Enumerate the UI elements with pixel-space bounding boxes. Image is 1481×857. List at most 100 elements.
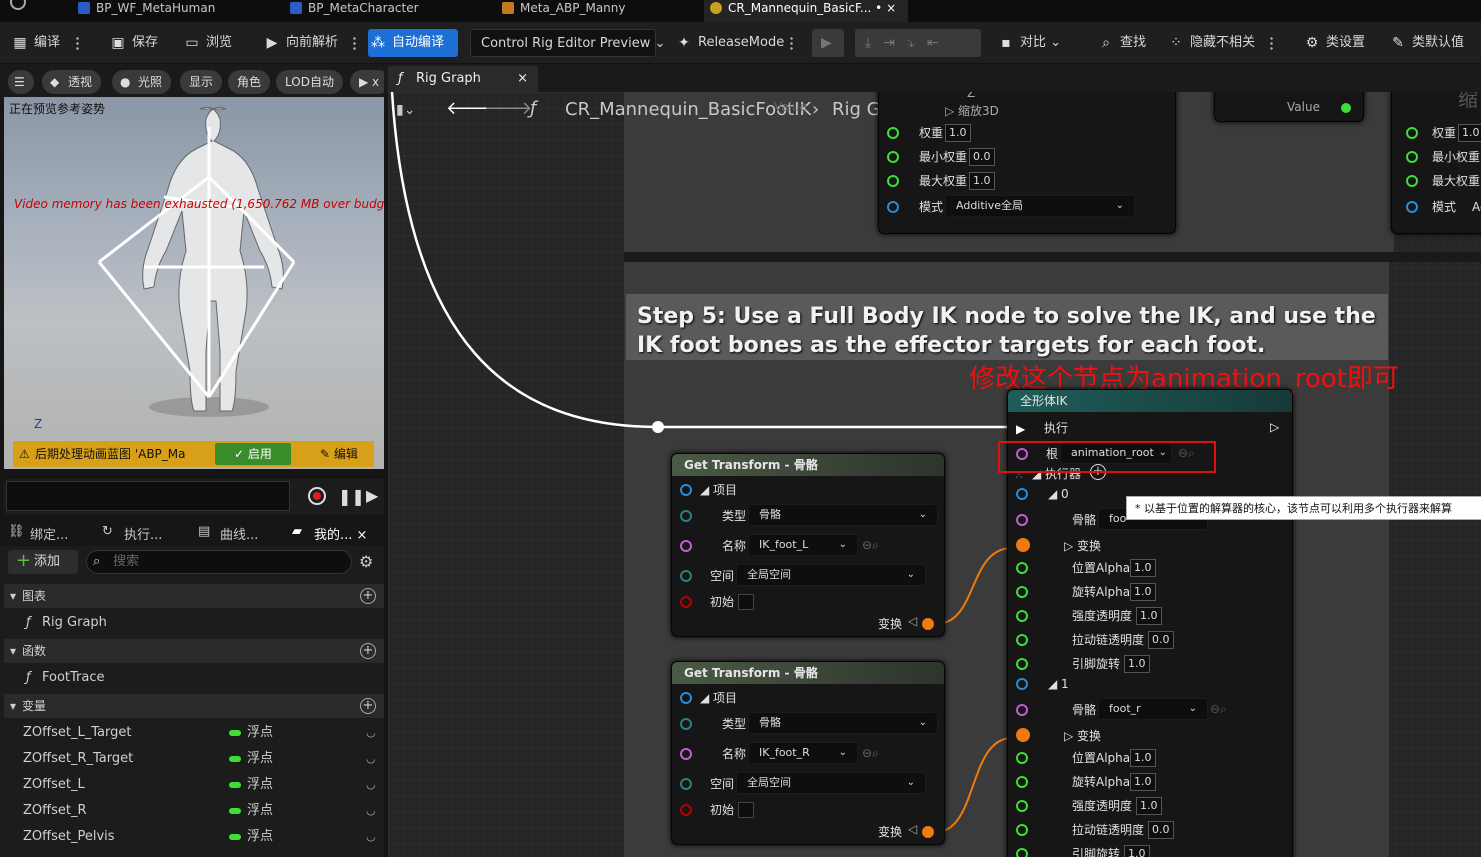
- pin-rotation-input[interactable]: 1.0: [1124, 845, 1150, 857]
- preview-dropdown[interactable]: Control Rig Editor Preview ⌄: [470, 29, 665, 57]
- variable-row[interactable]: ZOffset_R_Target 浮点 ◡: [0, 746, 384, 772]
- lod-button[interactable]: LOD自动: [276, 70, 343, 94]
- tab-cr-mannequin[interactable]: CR_Mannequin_BasicF... • ×: [704, 0, 908, 22]
- tab-meta-abp-manny[interactable]: Meta_ABP_Manny: [496, 0, 696, 22]
- edit-button[interactable]: ✎ 编辑: [309, 443, 369, 465]
- eye-icon[interactable]: ◡: [366, 824, 376, 850]
- graph-canvas[interactable]: ▮⌄ 🡐 🡒 ƒ CR_Mannequin_BasicFootIK › Rig …: [388, 92, 1481, 857]
- pull-chain-input[interactable]: 0.0: [1148, 631, 1174, 649]
- tab-unreal-logo[interactable]: [0, 0, 52, 22]
- variable-row[interactable]: ZOffset_R 浮点 ◡: [0, 798, 384, 824]
- tab-curves[interactable]: ▤ 曲线...: [198, 524, 258, 543]
- tab-bindings[interactable]: ⛓ 绑定...: [8, 524, 68, 543]
- perspective-button[interactable]: ◆ 透视: [42, 70, 102, 94]
- release-options-icon[interactable]: [790, 36, 793, 50]
- pin-icon[interactable]: [1016, 658, 1028, 670]
- save-button[interactable]: ▣ 保存: [108, 29, 158, 57]
- class-defaults-button[interactable]: ✎ 类默认值: [1388, 29, 1464, 57]
- pin-icon[interactable]: [680, 804, 692, 816]
- browse-button[interactable]: ▭ 浏览: [182, 29, 232, 57]
- pin-icon[interactable]: [680, 570, 692, 582]
- pin-icon[interactable]: [1016, 488, 1028, 500]
- step-controls[interactable]: ⤓⇥⤵⇤: [855, 29, 981, 57]
- settings-gear-icon[interactable]: ⚙: [359, 552, 373, 571]
- position-alpha-input[interactable]: 1.0: [1130, 559, 1156, 577]
- node-get-transform-left[interactable]: Get Transform - 骨骼 ◢ 项目 类型 骨骼 ⌄ 名称 IK_foo…: [671, 453, 945, 637]
- hide-unrelated-button[interactable]: ⁘ 隐藏不相关: [1166, 29, 1255, 57]
- class-settings-button[interactable]: ⚙ 类设置: [1302, 29, 1365, 57]
- viewport-menu-button[interactable]: ☰: [8, 70, 34, 94]
- timeline-scrubber[interactable]: [6, 481, 290, 511]
- pin-icon[interactable]: [1016, 634, 1028, 646]
- add-variable-icon[interactable]: +: [360, 698, 376, 714]
- transform-pin-icon[interactable]: [922, 618, 934, 630]
- play-forward-icon[interactable]: ▶: [366, 486, 378, 505]
- bone-name-dropdown[interactable]: IK_foot_R ⌄: [748, 742, 858, 764]
- close-icon[interactable]: ×: [357, 528, 368, 543]
- type-dropdown[interactable]: 骨骼 ⌄: [748, 712, 938, 734]
- transform-pin-icon[interactable]: [1016, 728, 1030, 742]
- character-button[interactable]: 角色: [228, 70, 271, 94]
- pin-rotation-input[interactable]: 1.0: [1124, 655, 1150, 673]
- eye-icon[interactable]: ◡: [366, 798, 376, 824]
- pin-icon[interactable]: [1016, 678, 1028, 690]
- bone-name-dropdown[interactable]: IK_foot_L ⌄: [748, 534, 858, 556]
- search-input[interactable]: ⌕ 搜索: [86, 550, 352, 574]
- tab-bp-metacharacter[interactable]: BP_MetaCharacter: [284, 0, 484, 22]
- section-graphs[interactable]: ▾ 图表 +: [4, 584, 384, 608]
- browse-icon[interactable]: ⊖⌕: [1210, 702, 1227, 717]
- section-functions[interactable]: ▾ 函数 +: [4, 639, 384, 663]
- initial-checkbox[interactable]: [738, 802, 754, 818]
- pause-icon[interactable]: ❚❚: [338, 487, 365, 506]
- pull-chain-input[interactable]: 0.0: [1148, 821, 1174, 839]
- solve-options-icon[interactable]: [353, 36, 356, 50]
- transform-pin-icon[interactable]: [1016, 538, 1030, 552]
- function-item-foottrace[interactable]: ƒ FootTrace: [0, 665, 384, 691]
- strength-input[interactable]: 1.0: [1136, 797, 1162, 815]
- bone-dropdown[interactable]: foot_r ⌄: [1098, 698, 1208, 720]
- preview-viewport[interactable]: 正在预览参考姿势 Video memory has been exhausted…: [4, 97, 384, 469]
- add-function-icon[interactable]: +: [360, 643, 376, 659]
- more-options-icon[interactable]: [1270, 36, 1273, 50]
- pin-icon[interactable]: [680, 778, 692, 790]
- rotation-alpha-input[interactable]: 1.0: [1130, 583, 1156, 601]
- pin-icon[interactable]: [680, 596, 692, 608]
- pin-icon[interactable]: [680, 484, 692, 496]
- tab-rig-graph[interactable]: ƒ Rig Graph ×: [388, 66, 538, 92]
- compile-button[interactable]: ▦ 编译: [10, 29, 60, 57]
- pin-icon[interactable]: [1016, 704, 1028, 716]
- strength-input[interactable]: 1.0: [1136, 607, 1162, 625]
- pin-icon[interactable]: [680, 748, 692, 760]
- pin-icon[interactable]: [1016, 752, 1028, 764]
- pin-icon[interactable]: [1016, 824, 1028, 836]
- show-button[interactable]: 显示: [180, 70, 223, 94]
- add-button[interactable]: + 添加: [8, 550, 78, 574]
- pin-icon[interactable]: [1016, 848, 1028, 857]
- add-graph-icon[interactable]: +: [360, 588, 376, 604]
- node-get-transform-right[interactable]: Get Transform - 骨骼 ◢ 项目 类型 骨骼 ⌄ 名称 IK_foo…: [671, 661, 945, 845]
- release-mode-button[interactable]: ✦ ReleaseMode: [674, 29, 784, 57]
- eye-icon[interactable]: ◡: [366, 772, 376, 798]
- forward-solve-button[interactable]: ▶ 向前解析: [262, 29, 338, 57]
- rotation-alpha-input[interactable]: 1.0: [1130, 773, 1156, 791]
- pin-icon[interactable]: [1016, 514, 1028, 526]
- browse-icon[interactable]: ⊖⌕: [862, 538, 879, 553]
- pin-icon[interactable]: [1016, 610, 1028, 622]
- tab-execution[interactable]: ↻ 执行...: [102, 524, 162, 543]
- transform-row[interactable]: ▷ 变换: [1064, 536, 1101, 556]
- variable-row[interactable]: ZOffset_L 浮点 ◡: [0, 772, 384, 798]
- pin-icon[interactable]: [1016, 800, 1028, 812]
- graph-item-rig-graph[interactable]: ƒ Rig Graph: [0, 610, 384, 636]
- space-dropdown[interactable]: 全局空间 ⌄: [736, 772, 926, 794]
- space-dropdown[interactable]: 全局空间 ⌄: [736, 564, 926, 586]
- close-icon[interactable]: ×: [517, 66, 528, 92]
- compare-button[interactable]: ▪ 对比 ⌄: [996, 29, 1061, 57]
- browse-icon[interactable]: ⊖⌕: [862, 746, 879, 761]
- variable-row[interactable]: ZOffset_L_Target 浮点 ◡: [0, 720, 384, 746]
- lighting-button[interactable]: ● 光照: [112, 70, 172, 94]
- type-dropdown[interactable]: 骨骼 ⌄: [748, 504, 938, 526]
- section-variables[interactable]: ▾ 变量 +: [4, 694, 384, 718]
- pin-icon[interactable]: [1016, 776, 1028, 788]
- variable-row[interactable]: ZOffset_Pelvis 浮点 ◡: [0, 824, 384, 850]
- pin-icon[interactable]: [680, 692, 692, 704]
